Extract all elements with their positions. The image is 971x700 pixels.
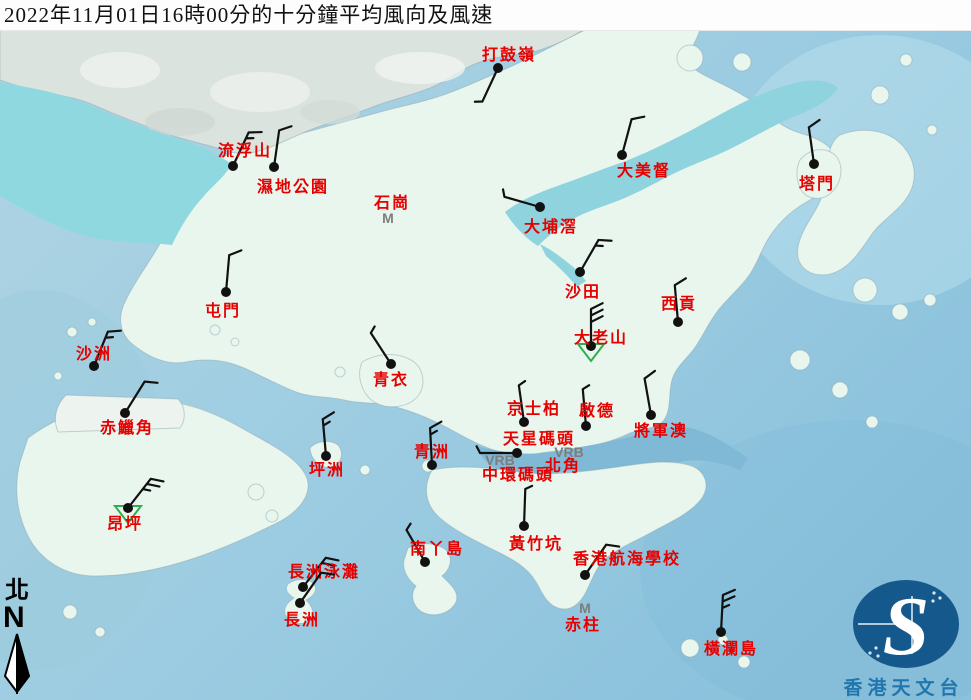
station-label: 塔門: [799, 174, 835, 193]
station-dot: [646, 410, 656, 420]
station-label: 長洲泳灘: [288, 562, 360, 581]
station-label: 赤柱: [565, 615, 601, 634]
hko-logo-icon: S: [836, 578, 971, 670]
station-dot: [673, 317, 683, 327]
station-label: 青衣: [373, 370, 409, 389]
station-label: 橫瀾島: [704, 639, 758, 658]
vrb-label: VRB: [554, 444, 584, 460]
station-label: 赤鱲角: [100, 418, 154, 437]
station-dot: [617, 150, 627, 160]
station-dot: [519, 521, 529, 531]
station-label: 屯門: [205, 301, 241, 320]
station-label: 大埔滘: [524, 217, 578, 236]
hong-kong-map: 打鼓嶺流浮山濕地公園石崗M大美督大埔滘塔門沙田西貢大老山屯門沙洲赤鱲角青衣坪洲青…: [0, 0, 971, 700]
station-label: 啟德: [579, 401, 615, 420]
station-label: 將軍澳: [634, 421, 688, 440]
station-label: 京士柏: [507, 399, 561, 418]
station-label: 大美督: [617, 161, 671, 180]
station-label: 長洲: [284, 611, 320, 629]
station-dot: [809, 159, 819, 169]
station-dot: [420, 557, 430, 567]
svg-text:S: S: [883, 580, 930, 670]
station-dot: [581, 421, 591, 431]
station-label: 香港航海學校: [573, 549, 681, 568]
station-dot: [386, 359, 396, 369]
station-label: 打鼓嶺: [482, 45, 536, 64]
station-dot: [321, 451, 331, 461]
station-dot: [221, 287, 231, 297]
station-dot: [295, 598, 305, 608]
station-label: 西貢: [661, 295, 697, 313]
station-dot: [493, 63, 503, 73]
station-dot: [298, 582, 308, 592]
station-label: 昂坪: [107, 515, 143, 533]
station-label: 坪洲: [309, 461, 345, 479]
north-arrow-icon: [0, 632, 44, 694]
station-label: 南丫島: [410, 539, 464, 558]
station-label: 沙田: [565, 283, 601, 301]
station-dot: [123, 503, 133, 513]
station-dot: [120, 408, 130, 418]
hko-logo: S 香港天文台 HONG KONG OBSERVATORY: [836, 578, 971, 700]
station-dot: [228, 161, 238, 171]
station-label: 青洲: [414, 442, 450, 461]
weather-map-screen: 2022年11月01日16時00分的十分鐘平均風向及風速: [0, 0, 971, 700]
station-dot: [535, 202, 545, 212]
station-label: 黃竹坑: [508, 534, 563, 553]
vrb-label: VRB: [485, 452, 515, 468]
map-title: 2022年11月01日16時00分的十分鐘平均風向及風速: [0, 0, 971, 30]
station-dot: [580, 570, 590, 580]
station-label: 濕地公園: [257, 177, 329, 196]
station-label: 大老山: [574, 328, 628, 347]
hko-name-chinese: 香港天文台: [836, 673, 971, 700]
station-dot: [575, 267, 585, 277]
missing-label: M: [382, 210, 394, 226]
station-dot: [269, 162, 279, 172]
compass-north: 北 N: [0, 578, 44, 700]
station-label: 沙洲: [76, 345, 112, 363]
compass-north-letter: N: [0, 604, 44, 632]
station-dot: [519, 417, 529, 427]
station-label: 流浮山: [218, 141, 272, 160]
station-dot: [716, 627, 726, 637]
station-dot: [427, 460, 437, 470]
missing-label: M: [579, 600, 591, 616]
title-bar: 2022年11月01日16時00分的十分鐘平均風向及風速: [0, 0, 971, 31]
